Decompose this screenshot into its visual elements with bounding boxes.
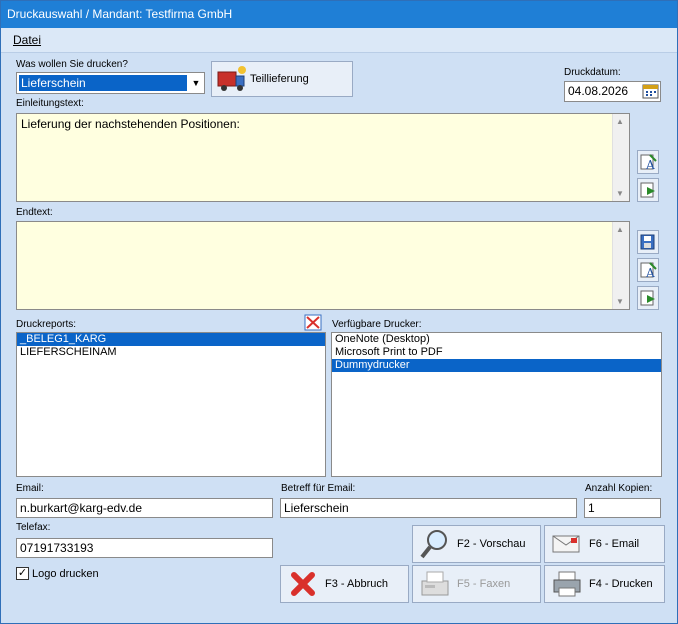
partial-delivery-button[interactable]: Teillieferung <box>211 61 353 97</box>
print-what-label: Was wollen Sie drucken? <box>16 59 128 70</box>
print-what-value: Lieferschein <box>19 75 187 91</box>
copies-value: 1 <box>588 501 595 515</box>
end-scrollbar[interactable]: ▲ ▼ <box>612 222 629 309</box>
svg-text:A: A <box>645 266 655 280</box>
save-text-icon <box>640 234 655 250</box>
cancel-label: F3 - Abbruch <box>325 578 388 590</box>
menu-file[interactable]: Datei <box>13 33 41 47</box>
chevron-down-icon[interactable]: ▼ <box>188 73 204 93</box>
title-bar: Druckauswahl / Mandant: Testfirma GmbH <box>1 1 677 28</box>
menu-bar: Datei <box>1 28 677 53</box>
intro-textarea[interactable]: Lieferung der nachstehenden Positionen: … <box>16 113 630 202</box>
printer-icon <box>553 571 581 597</box>
intro-text-label: Einleitungstext: <box>16 98 84 109</box>
subject-value: Lieferschein <box>284 501 349 515</box>
fax-label: Telefax: <box>16 522 51 533</box>
list-item[interactable]: Dummydrucker <box>332 359 661 372</box>
list-item[interactable]: OneNote (Desktop) <box>332 333 661 346</box>
envelope-icon <box>552 535 580 553</box>
printers-label: Verfügbare Drucker: <box>332 319 422 330</box>
fax-button[interactable]: F5 - Faxen <box>412 565 541 603</box>
window-title: Druckauswahl / Mandant: Testfirma GmbH <box>7 7 233 21</box>
fax-value: 07191733193 <box>20 541 94 555</box>
logo-label: Logo drucken <box>32 568 99 580</box>
svg-text:A: A <box>645 158 655 172</box>
preview-label: F2 - Vorschau <box>457 538 526 550</box>
scroll-up-icon[interactable]: ▲ <box>616 117 624 126</box>
print-date-value: 04.08.2026 <box>568 84 629 98</box>
print-date-label: Druckdatum: <box>564 67 621 78</box>
intro-scrollbar[interactable]: ▲ ▼ <box>612 114 629 201</box>
insert-icon <box>640 182 655 198</box>
email-label: Email: <box>16 483 44 494</box>
end-text-label: Endtext: <box>16 207 53 218</box>
copies-label: Anzahl Kopien: <box>585 483 653 494</box>
calendar-icon[interactable] <box>642 83 659 99</box>
cancel-button[interactable]: F3 - Abbruch <box>280 565 409 603</box>
reports-label: Druckreports: <box>16 319 77 330</box>
logo-checkbox[interactable]: ✓ <box>16 567 29 580</box>
edit-text-icon: A <box>640 154 657 172</box>
truck-person-icon <box>217 66 246 91</box>
partial-delivery-label: Teillieferung <box>250 73 309 85</box>
scroll-up-icon[interactable]: ▲ <box>616 225 624 234</box>
print-button[interactable]: F4 - Drucken <box>544 565 665 603</box>
fax-icon <box>421 571 449 596</box>
insert-icon <box>640 290 655 306</box>
magnifier-icon <box>420 530 447 559</box>
edit-text-icon: A <box>640 262 657 280</box>
scroll-down-icon[interactable]: ▼ <box>616 189 624 198</box>
subject-label: Betreff für Email: <box>281 483 356 494</box>
print-dialog-window: Druckauswahl / Mandant: Testfirma GmbH D… <box>0 0 678 624</box>
fax-field[interactable]: 07191733193 <box>16 538 273 558</box>
end-insert-button[interactable] <box>637 286 659 310</box>
reports-list[interactable]: _BELEG1_KARG LIEFERSCHEINAM <box>16 332 326 477</box>
end-textarea[interactable]: ▲ ▼ <box>16 221 630 310</box>
end-edit-button[interactable]: A <box>637 258 659 282</box>
scroll-down-icon[interactable]: ▼ <box>616 297 624 306</box>
list-item[interactable]: LIEFERSCHEINAM <box>17 346 325 359</box>
email-button-label: F6 - Email <box>589 538 640 550</box>
end-save-button[interactable] <box>637 230 659 254</box>
intro-edit-button[interactable]: A <box>637 150 659 174</box>
intro-text-value: Lieferung der nachstehenden Positionen: <box>21 117 240 131</box>
list-item[interactable]: Microsoft Print to PDF <box>332 346 661 359</box>
red-x-icon <box>291 572 315 596</box>
email-button[interactable]: F6 - Email <box>544 525 665 563</box>
preview-button[interactable]: F2 - Vorschau <box>412 525 541 563</box>
email-value: n.burkart@karg-edv.de <box>20 501 143 515</box>
copies-field[interactable]: 1 <box>584 498 661 518</box>
subject-field[interactable]: Lieferschein <box>280 498 577 518</box>
delete-report-icon[interactable] <box>304 314 322 331</box>
list-item[interactable]: _BELEG1_KARG <box>17 333 325 346</box>
print-what-select[interactable]: Lieferschein ▼ <box>16 72 205 94</box>
print-button-label: F4 - Drucken <box>589 578 653 590</box>
fax-button-label: F5 - Faxen <box>457 578 511 590</box>
intro-insert-button[interactable] <box>637 178 659 202</box>
printers-list[interactable]: OneNote (Desktop) Microsoft Print to PDF… <box>331 332 662 477</box>
email-field[interactable]: n.burkart@karg-edv.de <box>16 498 273 518</box>
